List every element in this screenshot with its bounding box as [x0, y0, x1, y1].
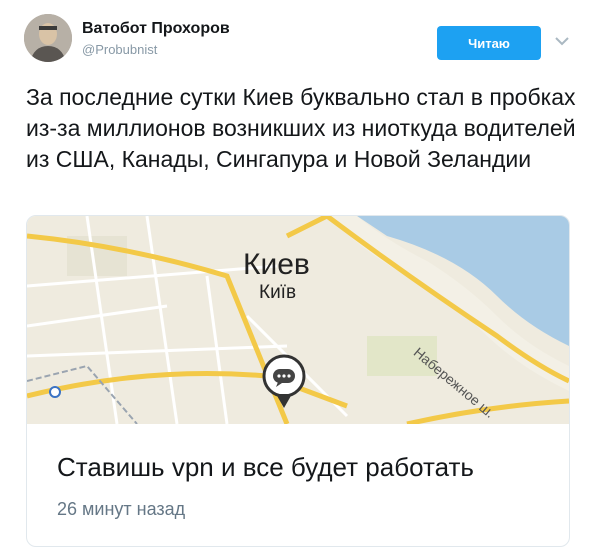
map-city-label: Киев	[243, 248, 310, 281]
author-handle[interactable]: @Probubnist	[82, 42, 157, 57]
map-city-label-uk: Київ	[259, 282, 297, 303]
following-button[interactable]: Читаю	[437, 26, 541, 60]
author-name[interactable]: Ватобот Прохоров	[82, 20, 230, 38]
map-image: Киев Київ Набережное ш.	[27, 216, 569, 427]
speech-bubble-pin-icon	[260, 352, 308, 412]
chevron-down-icon[interactable]	[554, 34, 570, 46]
tweet-header: Ватобот Прохоров @Probubnist Читаю	[0, 0, 600, 78]
link-card[interactable]: Киев Київ Набережное ш. Ставишь vpn и вс…	[26, 215, 570, 547]
card-title[interactable]: Ставишь vpn и все будет работать	[57, 452, 474, 483]
avatar[interactable]	[24, 14, 72, 62]
card-timestamp: 26 минут назад	[57, 499, 186, 519]
tweet-text: За последние сутки Киев буквально стал в…	[26, 84, 576, 172]
